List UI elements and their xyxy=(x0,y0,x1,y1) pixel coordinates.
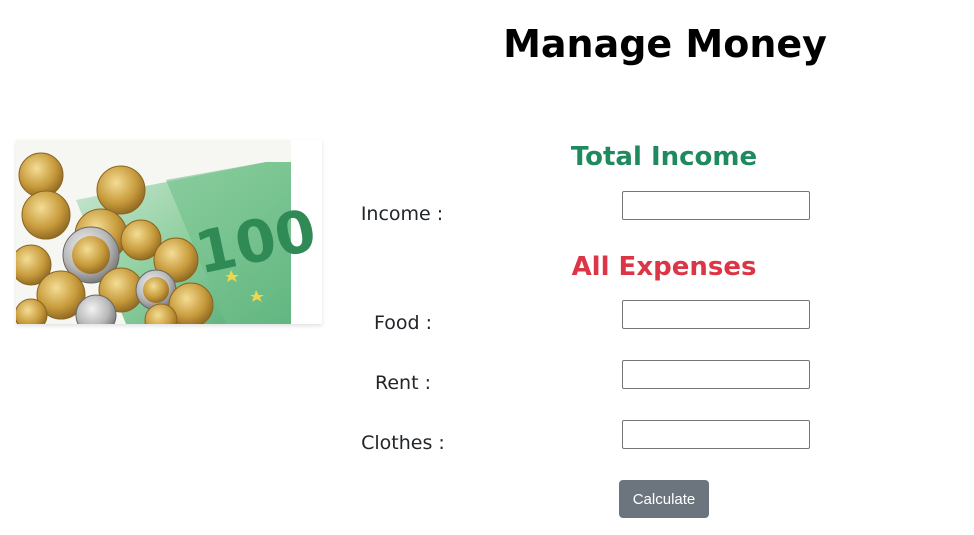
rent-input[interactable] xyxy=(622,360,810,389)
income-label: Income : xyxy=(360,203,444,225)
money-image: 100 xyxy=(16,140,322,324)
income-input[interactable] xyxy=(622,191,810,220)
calculate-button[interactable]: Calculate xyxy=(619,480,709,518)
food-input[interactable] xyxy=(622,300,810,329)
page-title: Manage Money xyxy=(503,22,827,66)
rent-label: Rent : xyxy=(375,372,431,394)
clothes-label: Clothes : xyxy=(361,432,445,454)
total-income-heading: Total Income xyxy=(570,142,758,172)
euro-coins-banknote-icon: 100 xyxy=(16,140,322,324)
manage-money-page: Manage Money 100 Total Income Income: A… xyxy=(0,0,974,535)
clothes-input[interactable] xyxy=(622,420,810,449)
food-label: Food : xyxy=(373,312,432,334)
all-expenses-heading: All Expenses xyxy=(571,252,757,282)
